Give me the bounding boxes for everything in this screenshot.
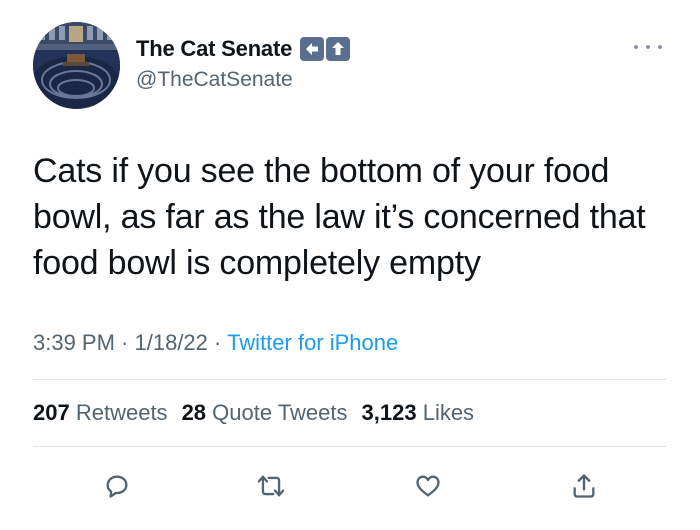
engagement-stats: 207 Retweets 28 Quote Tweets 3,123 Likes bbox=[33, 400, 474, 426]
likes-stat[interactable]: 3,123 Likes bbox=[362, 400, 475, 426]
quote-tweets-count: 28 bbox=[181, 400, 207, 425]
name-emoji-badges bbox=[300, 37, 351, 61]
reply-icon bbox=[106, 475, 128, 498]
avatar[interactable] bbox=[33, 22, 120, 109]
left-arrow-emoji-icon bbox=[300, 37, 325, 61]
retweets-label: Retweets bbox=[75, 400, 168, 425]
like-button[interactable] bbox=[408, 466, 448, 506]
more-options-icon[interactable] bbox=[634, 41, 662, 53]
retweets-stat[interactable]: 207 Retweets bbox=[33, 400, 168, 426]
like-icon bbox=[416, 475, 440, 497]
author-name-row: The Cat Senate bbox=[136, 36, 351, 62]
divider bbox=[33, 446, 667, 447]
tweet-date[interactable]: 1/18/22 bbox=[135, 330, 208, 355]
likes-count: 3,123 bbox=[361, 400, 417, 425]
up-arrow-emoji-icon bbox=[326, 37, 351, 61]
tweet-time[interactable]: 3:39 PM bbox=[33, 330, 115, 355]
quote-tweets-stat[interactable]: 28 Quote Tweets bbox=[182, 400, 348, 426]
retweet-icon bbox=[257, 475, 285, 497]
senate-chamber-image bbox=[33, 22, 120, 109]
tweet-source-link[interactable]: Twitter for iPhone bbox=[227, 330, 398, 355]
meta-separator: · bbox=[207, 330, 228, 355]
tweet-card: The Cat Senate @TheCatSenate Cats if you… bbox=[0, 0, 700, 530]
meta-separator: · bbox=[114, 330, 135, 355]
retweet-button[interactable] bbox=[251, 466, 291, 506]
retweets-count: 207 bbox=[33, 400, 70, 425]
likes-label: Likes bbox=[422, 400, 475, 425]
display-name[interactable]: The Cat Senate bbox=[136, 36, 292, 62]
share-icon bbox=[573, 474, 595, 498]
reply-button[interactable] bbox=[97, 466, 137, 506]
author-handle[interactable]: @TheCatSenate bbox=[136, 68, 293, 92]
action-bar bbox=[0, 466, 700, 506]
tweet-text: Cats if you see the bottom of your food … bbox=[33, 152, 646, 282]
share-button[interactable] bbox=[564, 466, 604, 506]
quote-tweets-label: Quote Tweets bbox=[212, 400, 348, 425]
tweet-meta: 3:39 PM · 1/18/22 · Twitter for iPhone bbox=[33, 330, 398, 356]
divider bbox=[33, 379, 667, 380]
